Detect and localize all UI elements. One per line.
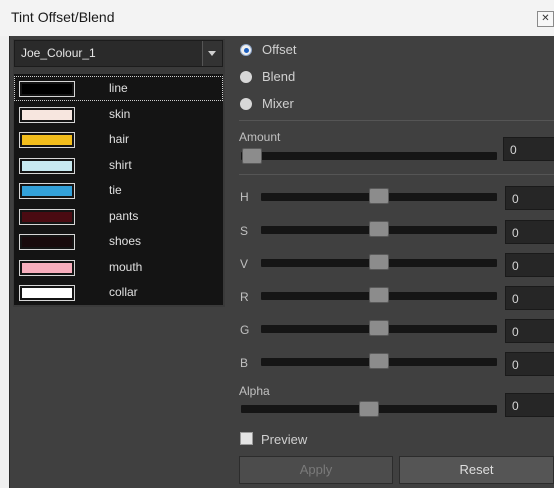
alpha-slider-thumb[interactable]: [359, 401, 379, 417]
color-swatch: [19, 81, 75, 97]
r-input[interactable]: 0: [505, 286, 554, 310]
s-slider-thumb[interactable]: [369, 221, 389, 237]
color-row-hair[interactable]: hair: [14, 127, 223, 152]
color-name: skin: [109, 106, 131, 121]
window-title: Tint Offset/Blend: [11, 9, 115, 25]
color-swatch: [19, 157, 75, 174]
amount-slider-thumb[interactable]: [242, 148, 262, 164]
alpha-value: 0: [512, 399, 519, 413]
reset-button[interactable]: Reset: [399, 456, 554, 484]
color-row-shirt[interactable]: shirt: [14, 153, 223, 178]
b-value: 0: [512, 358, 519, 372]
color-name: shirt: [109, 157, 132, 172]
divider: [239, 174, 554, 175]
color-swatch: [19, 132, 75, 148]
chevron-down-icon[interactable]: [202, 41, 222, 66]
divider: [239, 120, 554, 121]
color-row-skin[interactable]: skin: [14, 102, 223, 127]
g-label: G: [240, 323, 250, 337]
s-value: 0: [512, 226, 519, 240]
color-list: line skin hair shirt tie pants shoes mou…: [14, 74, 223, 305]
preview-label: Preview: [261, 432, 308, 447]
color-swatch: [19, 234, 75, 250]
b-label: B: [240, 356, 249, 370]
r-label: R: [240, 290, 249, 304]
h-input[interactable]: 0: [505, 186, 554, 210]
b-input[interactable]: 0: [505, 352, 554, 376]
g-input[interactable]: 0: [505, 319, 554, 343]
offset-radio-label: Offset: [262, 42, 297, 57]
color-name: pants: [109, 208, 139, 223]
color-row-tie[interactable]: tie: [14, 178, 223, 203]
v-label: V: [240, 257, 249, 271]
color-row-pants[interactable]: pants: [14, 204, 223, 229]
r-value: 0: [512, 292, 519, 306]
color-row-shoes[interactable]: shoes: [14, 229, 223, 254]
palette-dropdown[interactable]: Joe_Colour_1: [14, 40, 223, 67]
color-name: collar: [109, 285, 138, 299]
amount-slider-track[interactable]: [241, 152, 497, 160]
s-label: S: [240, 224, 249, 238]
r-slider-thumb[interactable]: [369, 287, 389, 303]
blend-radio-label: Blend: [262, 69, 296, 84]
blend-radio[interactable]: [240, 71, 252, 83]
g-value: 0: [512, 325, 519, 339]
title-bar: Tint Offset/Blend ✕: [0, 0, 554, 36]
color-row-mouth[interactable]: mouth: [14, 255, 223, 280]
color-swatch: [19, 285, 75, 301]
amount-label: Amount: [239, 130, 281, 144]
mixer-radio-label: Mixer: [262, 96, 294, 111]
color-swatch: [19, 183, 75, 199]
color-swatch: [19, 259, 75, 276]
h-value: 0: [512, 192, 519, 206]
h-slider-thumb[interactable]: [369, 188, 389, 204]
mixer-radio[interactable]: [240, 98, 252, 110]
v-input[interactable]: 0: [505, 253, 554, 277]
color-row-line[interactable]: line: [14, 76, 223, 101]
close-icon[interactable]: ✕: [537, 11, 554, 27]
color-name: shoes: [109, 234, 142, 248]
alpha-input[interactable]: 0: [505, 393, 554, 417]
color-swatch: [19, 106, 75, 123]
color-swatch: [19, 208, 75, 225]
palette-dropdown-value: Joe_Colour_1: [21, 46, 96, 60]
preview-checkbox[interactable]: [240, 432, 253, 445]
amount-value: 0: [510, 143, 517, 157]
color-name: hair: [109, 132, 130, 146]
h-label: H: [240, 190, 249, 204]
color-name: line: [109, 81, 128, 95]
color-row-collar[interactable]: collar: [14, 280, 223, 305]
color-name: mouth: [109, 259, 143, 274]
apply-button[interactable]: Apply: [239, 456, 393, 484]
s-input[interactable]: 0: [505, 220, 554, 244]
b-slider-thumb[interactable]: [369, 353, 389, 369]
v-value: 0: [512, 259, 519, 273]
g-slider-thumb[interactable]: [369, 320, 389, 336]
color-name: tie: [109, 183, 122, 197]
alpha-label: Alpha: [239, 384, 270, 398]
v-slider-thumb[interactable]: [369, 254, 389, 270]
offset-radio[interactable]: [240, 44, 252, 56]
amount-input[interactable]: 0: [503, 137, 554, 161]
